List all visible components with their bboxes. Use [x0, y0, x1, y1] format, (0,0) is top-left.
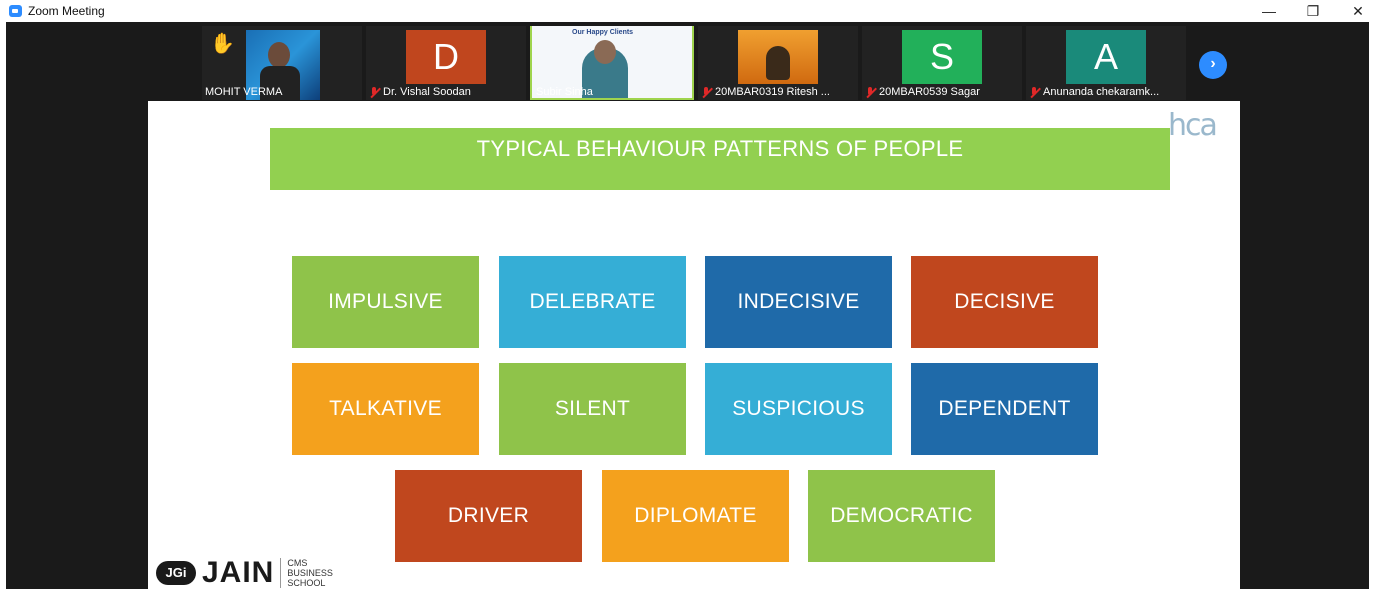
pattern-box-indecisive: INDECISIVE	[705, 256, 892, 348]
participant-name-label: Anunanda chekaramk...	[1043, 86, 1160, 98]
participant-name: Anunanda chekaramk...	[1029, 86, 1159, 98]
raise-hand-icon: ✋	[210, 33, 235, 55]
next-page-button[interactable]: ›	[1199, 51, 1227, 79]
title-bar: Zoom Meeting — ❐ ✕	[0, 0, 1375, 22]
jain-cms-logo: JGi JAIN CMS BUSINESS SCHOOL	[156, 556, 333, 590]
pattern-box-driver: DRIVER	[395, 470, 582, 562]
close-button[interactable]: ✕	[1335, 0, 1375, 22]
participant-name: Subir Sinha	[536, 86, 593, 98]
participant-name: Dr. Vishal Soodan	[369, 86, 471, 98]
mic-muted-icon	[1029, 86, 1040, 98]
pattern-box-impulsive: IMPULSIVE	[292, 256, 479, 348]
participant-tile-ritesh[interactable]: 20MBAR0319 Ritesh ...	[698, 26, 858, 100]
mic-muted-icon	[701, 86, 712, 98]
buddha-image	[766, 46, 790, 80]
jgi-logo: JGi	[156, 561, 196, 585]
slide-title: TYPICAL BEHAVIOUR PATTERNS OF PEOPLE	[270, 128, 1170, 190]
pattern-box-silent: SILENT	[499, 363, 686, 455]
person-head	[268, 42, 290, 68]
person-head	[594, 40, 616, 64]
minimize-button[interactable]: —	[1246, 0, 1292, 22]
participant-name-label: MOHIT VERMA	[205, 86, 283, 98]
cms-line: SCHOOL	[287, 578, 326, 588]
participant-name-label: Dr. Vishal Soodan	[383, 86, 471, 98]
pattern-box-suspicious: SUSPICIOUS	[705, 363, 892, 455]
avatar-letter: A	[1093, 36, 1118, 77]
shared-screen-heading: Our Happy Clients	[572, 29, 634, 36]
shared-slide: TYPICAL BEHAVIOUR PATTERNS OF PEOPLE hca…	[148, 101, 1240, 589]
participant-tile-mohit-verma[interactable]: ✋ MOHIT VERMA	[202, 26, 362, 100]
participant-name: MOHIT VERMA	[205, 86, 282, 98]
participant-avatar: S	[902, 30, 982, 84]
participant-name-label: Subir Sinha	[536, 86, 593, 98]
participant-tile-anunanda[interactable]: A Anunanda chekaramk...	[1026, 26, 1186, 100]
participant-tile-subir-sinha[interactable]: Our Happy Clients Subir Sinha	[528, 26, 698, 100]
pattern-box-decisive: DECISIVE	[911, 256, 1098, 348]
participant-name: 20MBAR0319 Ritesh ...	[701, 86, 830, 98]
participant-name-label: 20MBAR0319 Ritesh ...	[715, 86, 830, 98]
participant-name-label: 20MBAR0539 Sagar	[879, 86, 980, 98]
pattern-box-talkative: TALKATIVE	[292, 363, 479, 455]
jain-wordmark: JAIN	[202, 556, 275, 589]
mic-muted-icon	[369, 86, 380, 98]
pattern-box-dependent: DEPENDENT	[911, 363, 1098, 455]
avatar-letter: S	[929, 36, 954, 77]
cms-business-school-label: CMS BUSINESS SCHOOL	[280, 558, 333, 588]
participant-avatar: D	[406, 30, 486, 84]
cms-line: BUSINESS	[287, 568, 333, 578]
participant-avatar: A	[1066, 30, 1146, 84]
zoom-app-icon	[9, 5, 22, 17]
participant-name: 20MBAR0539 Sagar	[865, 86, 980, 98]
mic-muted-icon	[865, 86, 876, 98]
participant-video	[738, 30, 818, 84]
avatar-letter: D	[433, 36, 459, 77]
participant-tile-vishal-soodan[interactable]: D Dr. Vishal Soodan	[366, 26, 526, 100]
participant-strip: ✋ MOHIT VERMA D Dr. Vishal Soodan Our Ha…	[6, 22, 1369, 102]
maximize-button[interactable]: ❐	[1290, 0, 1336, 22]
cms-line: CMS	[287, 558, 308, 568]
pattern-box-democratic: DEMOCRATIC	[808, 470, 995, 562]
participant-tile-sagar[interactable]: S 20MBAR0539 Sagar	[862, 26, 1022, 100]
window-title: Zoom Meeting	[28, 4, 105, 18]
pattern-box-delebrate: DELEBRATE	[499, 256, 686, 348]
meeting-area: ✋ MOHIT VERMA D Dr. Vishal Soodan Our Ha…	[6, 22, 1369, 589]
hca-logo: hca	[1168, 108, 1218, 143]
pattern-box-diplomate: DIPLOMATE	[602, 470, 789, 562]
